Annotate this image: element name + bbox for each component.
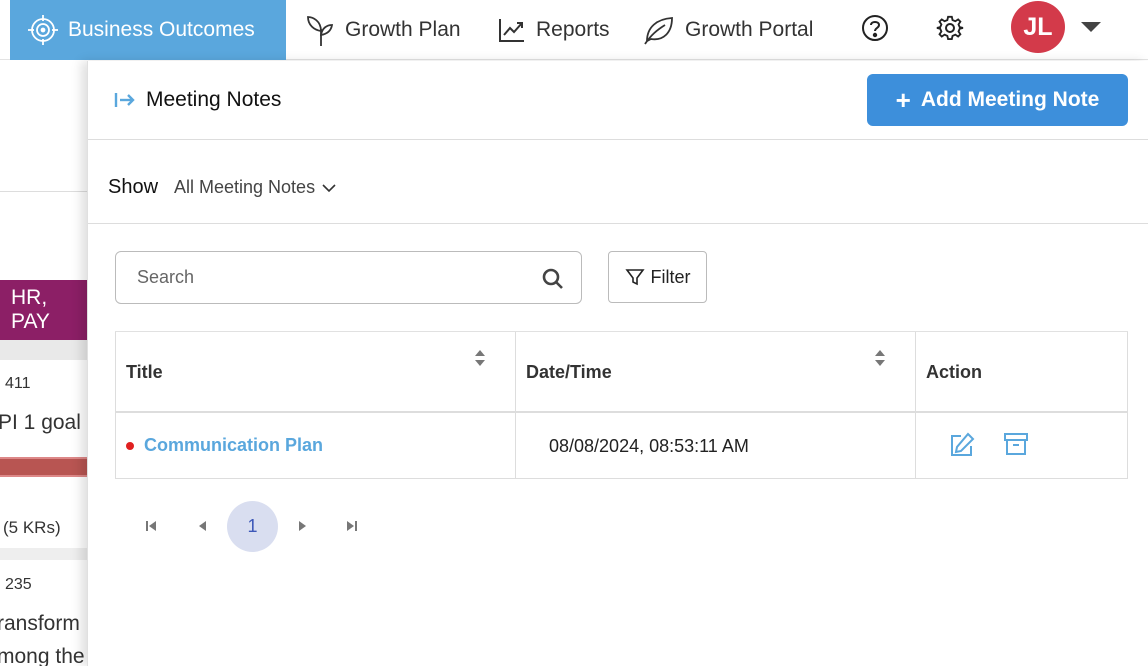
column-label: Action: [926, 362, 982, 382]
chevron-down-icon[interactable]: [1081, 22, 1101, 32]
plus-icon: +: [895, 84, 911, 115]
settings-button[interactable]: [935, 13, 965, 43]
next-page-icon: [299, 521, 306, 531]
background-goal-text: PI 1 goal: [0, 411, 81, 434]
show-dropdown[interactable]: All Meeting Notes: [174, 177, 337, 198]
title-cell: Communication Plan: [115, 413, 515, 478]
background-banner: HR, PAY: [0, 280, 90, 340]
datetime-cell: 08/08/2024, 08:53:11 AM: [515, 413, 915, 478]
background-number: 411: [5, 375, 31, 392]
show-label: Show: [108, 176, 159, 198]
background-page: HR, PAY 411 PI 1 goal (5 KRs) 235 ransfo…: [0, 61, 90, 666]
search-input[interactable]: [117, 253, 527, 302]
nav-label: Reports: [536, 18, 610, 41]
search-box: [115, 251, 582, 304]
column-header-action: Action: [915, 332, 1128, 411]
page-1-button[interactable]: 1: [227, 501, 278, 552]
divider: [0, 548, 90, 560]
chevron-down-icon: [322, 183, 336, 192]
action-cell: [915, 413, 1128, 478]
column-header-datetime: Date/Time: [515, 332, 915, 411]
panel-header: Meeting Notes + Add Meeting Note: [88, 61, 1148, 140]
sort-icon[interactable]: [874, 349, 886, 367]
banner-text: HR, PAY: [11, 286, 50, 333]
divider: [0, 191, 90, 192]
last-page-icon: [347, 521, 357, 531]
target-icon: [28, 15, 58, 45]
help-button[interactable]: [860, 13, 890, 43]
nav-growth-portal[interactable]: Growth Portal: [643, 0, 813, 60]
filter-icon: [624, 269, 645, 286]
first-page-button[interactable]: [141, 516, 161, 536]
sort-icon[interactable]: [474, 349, 486, 367]
nav-label: Growth Portal: [685, 18, 814, 41]
nav-label: Growth Plan: [345, 18, 461, 41]
gear-icon: [936, 15, 964, 41]
meeting-notes-panel: Meeting Notes + Add Meeting Note Show Al…: [87, 61, 1148, 666]
divider: [0, 340, 90, 360]
top-nav: Business Outcomes Growth Plan Reports Gr…: [0, 0, 1148, 60]
nav-reports[interactable]: Reports: [498, 0, 610, 60]
meeting-note-datetime: 08/08/2024, 08:53:11 AM: [549, 436, 749, 456]
last-page-button[interactable]: [342, 516, 362, 536]
column-header-title: Title: [115, 332, 515, 411]
meeting-note-title: Communication Plan: [144, 435, 324, 455]
collapse-panel-icon[interactable]: [114, 91, 136, 109]
first-page-icon: [146, 521, 156, 531]
column-label: Date/Time: [526, 362, 612, 382]
show-filter-row: Show All Meeting Notes: [88, 141, 1148, 224]
sprout-icon: [307, 16, 334, 46]
user-avatar[interactable]: JL: [1011, 1, 1065, 53]
meeting-note-link[interactable]: Communication Plan: [126, 435, 323, 456]
prev-page-button[interactable]: [192, 516, 212, 536]
background-text: ransform: [0, 612, 80, 635]
background-text: mong the: [0, 645, 85, 666]
help-icon: [862, 15, 888, 41]
leaf-icon: [644, 17, 673, 45]
add-meeting-note-button[interactable]: + Add Meeting Note: [867, 74, 1128, 126]
panel-title: Meeting Notes: [114, 88, 281, 112]
status-dot: [126, 441, 134, 450]
pagination: 1: [115, 501, 375, 553]
edit-icon[interactable]: [948, 431, 976, 459]
show-dropdown-value: All Meeting Notes: [174, 177, 316, 197]
next-page-button[interactable]: [293, 516, 313, 536]
archive-icon[interactable]: [1003, 431, 1029, 457]
background-krs-text: (5 KRs): [3, 518, 61, 537]
filter-label: Filter: [650, 266, 691, 287]
meeting-notes-table: Title Date/Time Action Communication Pla…: [115, 331, 1128, 479]
background-number: 235: [5, 576, 32, 593]
prev-page-icon: [199, 521, 206, 531]
nav-business-outcomes[interactable]: Business Outcomes: [10, 0, 286, 60]
table-header: Title Date/Time Action: [115, 331, 1128, 413]
progress-bar: [0, 457, 90, 477]
table-row: Communication Plan 08/08/2024, 08:53:11 …: [115, 413, 1128, 479]
column-label: Title: [126, 362, 163, 382]
add-button-label: Add Meeting Note: [920, 88, 1100, 111]
search-icon[interactable]: [541, 267, 565, 291]
nav-growth-plan[interactable]: Growth Plan: [305, 0, 461, 60]
filter-button[interactable]: Filter: [608, 251, 707, 303]
nav-label: Business Outcomes: [68, 18, 255, 41]
trend-chart-icon: [499, 19, 524, 42]
panel-title-text: Meeting Notes: [146, 88, 282, 111]
